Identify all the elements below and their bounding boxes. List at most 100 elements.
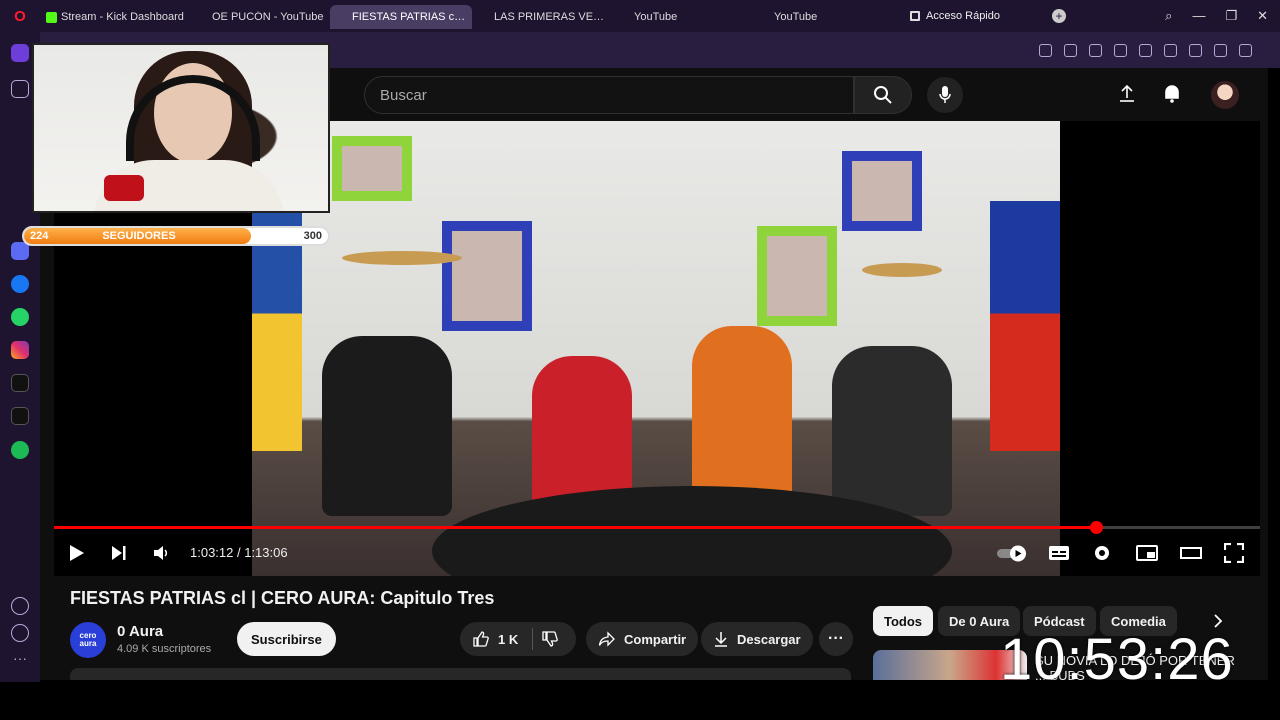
download-icon <box>715 632 727 647</box>
upload-icon[interactable] <box>1118 83 1136 103</box>
channel-avatar[interactable]: cero aura <box>70 622 106 658</box>
whatsapp-icon[interactable] <box>11 308 29 326</box>
search-input[interactable]: Buscar <box>364 76 854 114</box>
tab-label: Stream - Kick Dashboard <box>61 11 184 23</box>
like-icon[interactable] <box>472 630 490 648</box>
tab-label: YouTube <box>774 11 818 23</box>
more-actions-button[interactable]: ··· <box>819 622 853 656</box>
spotify-icon[interactable] <box>11 441 29 459</box>
home-icon[interactable] <box>11 44 29 62</box>
opera-logo-icon[interactable]: O <box>0 0 40 32</box>
quick-access-tab[interactable]: Acceso Rápido <box>910 10 1040 22</box>
zoom-icon[interactable] <box>1039 43 1052 57</box>
browser-tab[interactable]: OE PUCÓN - YouTube <box>190 5 330 29</box>
messenger-icon[interactable] <box>11 275 29 293</box>
instagram-icon[interactable] <box>11 341 29 359</box>
more-horizontal-icon: ··· <box>828 630 844 647</box>
search-tabs-icon[interactable]: ⌕ <box>1165 8 1172 24</box>
browser-tab-bar: O Stream - Kick Dashboard OE PUCÓN - YouT… <box>0 0 1280 32</box>
chile-flag-decoration <box>990 201 1060 451</box>
search-button[interactable] <box>854 76 912 114</box>
shield-icon[interactable] <box>1114 43 1127 57</box>
like-count: 1 K <box>498 631 519 647</box>
video-frame <box>252 121 1060 576</box>
divider <box>532 628 534 650</box>
followers-goal: 300 <box>303 230 322 242</box>
browser-tab[interactable]: YouTube <box>752 5 902 29</box>
progress-scrubber[interactable] <box>1089 521 1103 534</box>
voice-search-button[interactable] <box>927 77 963 113</box>
tab-label: YouTube <box>634 11 678 23</box>
tab-label: OE PUCÓN - YouTube <box>212 11 324 23</box>
browser-tab[interactable]: LAS PRIMERAS VECES | CE <box>472 5 612 29</box>
play-icon[interactable] <box>68 543 86 563</box>
restore-button[interactable]: ❐ <box>1225 8 1237 24</box>
video-title: FIESTAS PATRIAS cl | CERO AURA: Capitulo… <box>70 588 495 608</box>
minimize-button[interactable]: — <box>1192 8 1205 24</box>
heart-icon[interactable] <box>1164 43 1177 57</box>
progress-fill <box>54 526 1096 529</box>
subscribe-button[interactable]: Suscribirse <box>237 622 336 656</box>
notifications-bell-icon[interactable] <box>1163 83 1181 103</box>
comments-preview[interactable] <box>70 668 851 680</box>
progress-bar[interactable] <box>54 521 1260 534</box>
grid-icon <box>910 11 920 21</box>
fullscreen-icon[interactable] <box>1224 543 1244 563</box>
quick-access-label: Acceso Rápido <box>926 10 1000 22</box>
chevron-right-icon[interactable] <box>1212 614 1224 628</box>
send-icon[interactable] <box>1139 43 1152 57</box>
followers-label: SEGUIDORES <box>102 230 176 242</box>
browser-tab[interactable]: YouTube <box>612 5 752 29</box>
share-label: Compartir <box>624 631 687 647</box>
history-icon[interactable] <box>11 624 29 642</box>
new-tab-button[interactable]: + <box>1052 9 1066 23</box>
picture-frame <box>757 226 837 326</box>
clock-overlay: 10:53:26 <box>1000 627 1234 692</box>
download-label: Descargar <box>737 631 801 647</box>
miniplayer-icon[interactable] <box>1136 543 1158 563</box>
download-button[interactable]: Descargar <box>701 622 813 656</box>
share-icon <box>598 631 615 647</box>
picture-frame <box>442 221 532 331</box>
x-icon[interactable] <box>11 407 29 425</box>
kick-icon <box>46 11 57 23</box>
filter-chip[interactable]: Todos <box>873 606 934 636</box>
tab-label: LAS PRIMERAS VECES | CE <box>494 11 606 23</box>
time-display: 1:03:12 / 1:13:06 <box>190 545 288 560</box>
dislike-icon[interactable] <box>541 630 559 648</box>
volume-icon[interactable] <box>152 543 170 563</box>
profile-icon[interactable] <box>1239 43 1252 57</box>
autoplay-toggle-icon[interactable] <box>996 543 1028 563</box>
share-button[interactable]: Compartir <box>586 622 699 656</box>
tab-label: FIESTAS PATRIAS cl | CERO <box>352 11 466 23</box>
camera-icon[interactable] <box>1089 43 1102 57</box>
person-figure <box>322 336 452 516</box>
next-icon[interactable] <box>110 543 128 563</box>
microphone-prop <box>104 175 144 201</box>
channel-name[interactable]: 0 Aura <box>117 623 163 640</box>
tiktok-icon[interactable] <box>11 374 29 392</box>
picture-frame <box>842 151 922 231</box>
followers-goal-bar: 224 SEGUIDORES 300 <box>22 226 330 246</box>
download-icon[interactable] <box>1189 43 1202 57</box>
settings-gear-icon[interactable] <box>1092 543 1112 563</box>
star-icon[interactable] <box>11 80 29 98</box>
like-dislike-group: 1 K <box>460 622 576 656</box>
browser-tab[interactable]: FIESTAS PATRIAS cl | CERO <box>330 5 472 29</box>
hat-decoration <box>862 263 942 277</box>
person-figure <box>832 346 952 516</box>
theater-mode-icon[interactable] <box>1180 543 1202 563</box>
menu-icon[interactable] <box>1214 43 1227 57</box>
subtitles-icon[interactable] <box>1048 543 1070 563</box>
more-icon[interactable]: ··· <box>11 651 29 670</box>
search-icon <box>874 86 892 104</box>
close-window-button[interactable]: ✕ <box>1257 8 1268 24</box>
microphone-icon <box>939 86 951 103</box>
search-placeholder: Buscar <box>380 86 427 104</box>
browser-tab[interactable]: Stream - Kick Dashboard <box>40 5 190 29</box>
edit-icon[interactable] <box>1064 43 1077 57</box>
window-controls: ⌕ — ❐ ✕ <box>1165 8 1280 24</box>
hat-decoration <box>342 251 462 265</box>
favorites-heart-icon[interactable] <box>11 597 29 615</box>
user-avatar[interactable] <box>1211 81 1239 109</box>
